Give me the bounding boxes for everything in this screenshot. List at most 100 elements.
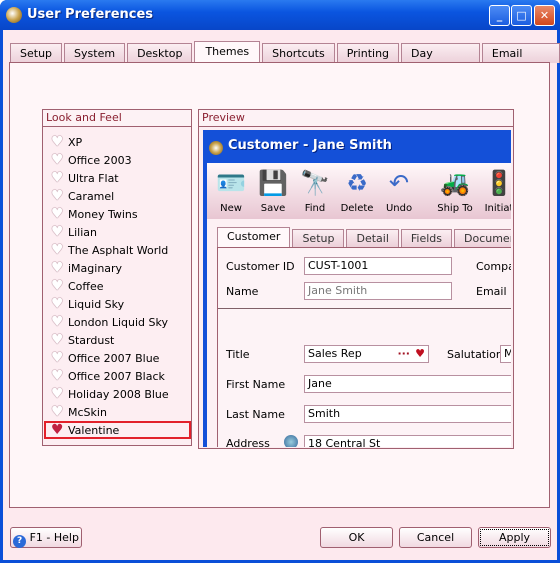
maximize-button[interactable]: □ xyxy=(511,5,532,26)
heart-icon: ♥ xyxy=(51,422,64,438)
email-label: Email xyxy=(476,285,507,298)
theme-item[interactable]: ♥ Liquid Sky xyxy=(51,295,124,313)
theme-label: Valentine xyxy=(68,423,120,437)
theme-item[interactable]: ♥ iMaginary xyxy=(51,259,122,277)
ellipsis-button[interactable]: ··· xyxy=(397,346,410,362)
globe-icon[interactable] xyxy=(284,435,298,447)
toolbar-delete-button[interactable]: ♻ Delete xyxy=(337,167,377,214)
theme-label: London Liquid Sky xyxy=(68,315,168,329)
heart-icon: ♥ xyxy=(51,404,64,420)
undo-arrow-icon: ↶ xyxy=(388,169,410,197)
theme-label: XP xyxy=(68,135,83,149)
last-name-field[interactable]: Smith xyxy=(304,405,511,423)
forklift-icon: 🚜 xyxy=(440,169,470,197)
theme-label: Office 2007 Blue xyxy=(68,351,160,365)
theme-item[interactable]: ♥ XP xyxy=(51,133,82,151)
theme-item[interactable]: ♥ Office 2007 Blue xyxy=(51,349,159,367)
new-contact-icon: 🪪 xyxy=(216,169,246,197)
theme-label: Money Twins xyxy=(68,207,138,221)
theme-label: Ultra Flat xyxy=(68,171,119,185)
theme-label: Lilian xyxy=(68,225,98,239)
theme-item[interactable]: ♥ Office 2007 Black xyxy=(51,367,165,385)
apply-button[interactable]: Apply xyxy=(478,527,551,548)
theme-label: McSkin xyxy=(68,405,107,419)
tab-setup[interactable]: Setup xyxy=(10,43,63,63)
toolbar-label: Initiat xyxy=(484,203,511,214)
toolbar-undo-button[interactable]: ↶ Undo xyxy=(379,167,419,214)
preview-tab-documents[interactable]: Documents xyxy=(454,229,511,247)
tab-email-setup[interactable]: Email Setup xyxy=(481,43,560,79)
preview-tab-customer[interactable]: Customer xyxy=(217,227,291,247)
tab-shortcuts[interactable]: Shortcuts xyxy=(262,43,335,63)
theme-item[interactable]: ♥ Office 2003 xyxy=(51,151,132,169)
toolbar-save-button[interactable]: 💾 Save xyxy=(253,167,293,214)
theme-label: The Asphalt World xyxy=(68,243,169,257)
theme-item[interactable]: ♥ The Asphalt World xyxy=(51,241,168,259)
heart-icon: ♥ xyxy=(51,332,64,348)
theme-item[interactable]: ♥ London Liquid Sky xyxy=(51,313,168,331)
tab-printing[interactable]: Printing xyxy=(336,43,400,63)
look-and-feel-group: Look and Feel ♥ XP ♥ Office 2003 ♥ Ultra Flat… xyxy=(42,109,192,446)
first-name-label: First Name xyxy=(226,378,286,391)
salutation-label: Salutation xyxy=(447,348,503,361)
theme-item[interactable]: ♥ McSkin xyxy=(51,403,107,421)
theme-item[interactable]: ♥ Caramel xyxy=(51,187,114,205)
customer-id-label: Customer ID xyxy=(226,260,295,273)
ok-button[interactable]: OK xyxy=(320,527,393,548)
heart-icon: ♥ xyxy=(51,224,64,240)
theme-item[interactable]: ♥ Money Twins xyxy=(51,205,138,223)
theme-item[interactable]: ♥ Coffee xyxy=(51,277,104,295)
preview-tab-detail[interactable]: Detail xyxy=(346,229,399,247)
toolbar-initiat-button[interactable]: 🚦 Initiat xyxy=(479,167,511,214)
salutation-field[interactable]: Mr xyxy=(500,345,511,363)
tab-desktop[interactable]: Desktop xyxy=(127,43,193,63)
floppy-icon: 💾 xyxy=(258,169,288,197)
divider xyxy=(218,308,511,309)
heart-icon: ♥ xyxy=(51,278,64,294)
heart-icon: ♥ xyxy=(415,347,425,360)
toolbar-ship-to-button[interactable]: 🚜 Ship To xyxy=(435,167,475,214)
tab-themes[interactable]: Themes xyxy=(194,41,261,63)
address-label: Address xyxy=(226,437,270,447)
preview-app-icon xyxy=(209,141,223,155)
address-field[interactable]: 18 Central St xyxy=(304,435,511,447)
toolbar-new-button[interactable]: 🪪 New xyxy=(211,167,251,214)
close-button[interactable]: ✕ xyxy=(534,5,555,26)
title-bar[interactable]: User Preferences _ □ ✕ xyxy=(0,0,560,30)
preview-window: Customer - Jane Smith 🪪 New 💾 Save 🔭 Find ♻ Del… xyxy=(203,130,511,447)
toolbar-label: Save xyxy=(260,203,286,214)
help-icon: ? xyxy=(13,535,27,548)
first-name-field[interactable]: Jane xyxy=(304,375,511,393)
heart-icon: ♥ xyxy=(51,188,64,204)
preview-title: Customer - Jane Smith xyxy=(228,138,392,153)
theme-item[interactable]: ♥ Lilian xyxy=(51,223,97,241)
theme-item[interactable]: ♥ Valentine xyxy=(44,421,191,439)
preview-tab-setup[interactable]: Setup xyxy=(292,229,345,247)
heart-icon: ♥ xyxy=(51,350,64,366)
app-icon xyxy=(6,7,22,23)
preview-tab-fields[interactable]: Fields xyxy=(400,229,452,247)
theme-label: Office 2007 Black xyxy=(68,369,165,383)
toolbar-find-button[interactable]: 🔭 Find xyxy=(295,167,335,214)
theme-item[interactable]: ♥ Ultra Flat xyxy=(51,169,119,187)
heart-icon: ♥ xyxy=(51,206,64,222)
theme-item[interactable]: ♥ Holiday 2008 Blue xyxy=(51,385,169,403)
tab-system[interactable]: System xyxy=(64,43,126,63)
theme-item[interactable]: ♥ Stardust xyxy=(51,331,114,349)
name-field[interactable]: Jane Smith xyxy=(304,282,452,300)
look-and-feel-header: Look and Feel xyxy=(43,110,191,127)
minimize-button[interactable]: _ xyxy=(489,5,510,26)
customer-id-field[interactable]: CUST-1001 xyxy=(304,257,452,275)
tab-day-planner[interactable]: Day Planner xyxy=(401,43,480,79)
theme-label: Holiday 2008 Blue xyxy=(68,387,169,401)
help-button[interactable]: ? F1 - Help xyxy=(10,527,82,548)
heart-icon: ♥ xyxy=(51,134,64,150)
name-label: Name xyxy=(226,285,259,298)
theme-label: Office 2003 xyxy=(68,153,132,167)
preview-tabs: CustomerSetupDetailFieldsDocuments xyxy=(217,227,511,247)
cancel-button[interactable]: Cancel xyxy=(399,527,472,548)
window-title: User Preferences xyxy=(27,7,154,22)
toolbar-label: Find xyxy=(304,203,326,214)
title-field[interactable]: Sales Rep ··· ♥ xyxy=(304,345,429,363)
company-label: Compar xyxy=(476,260,511,273)
